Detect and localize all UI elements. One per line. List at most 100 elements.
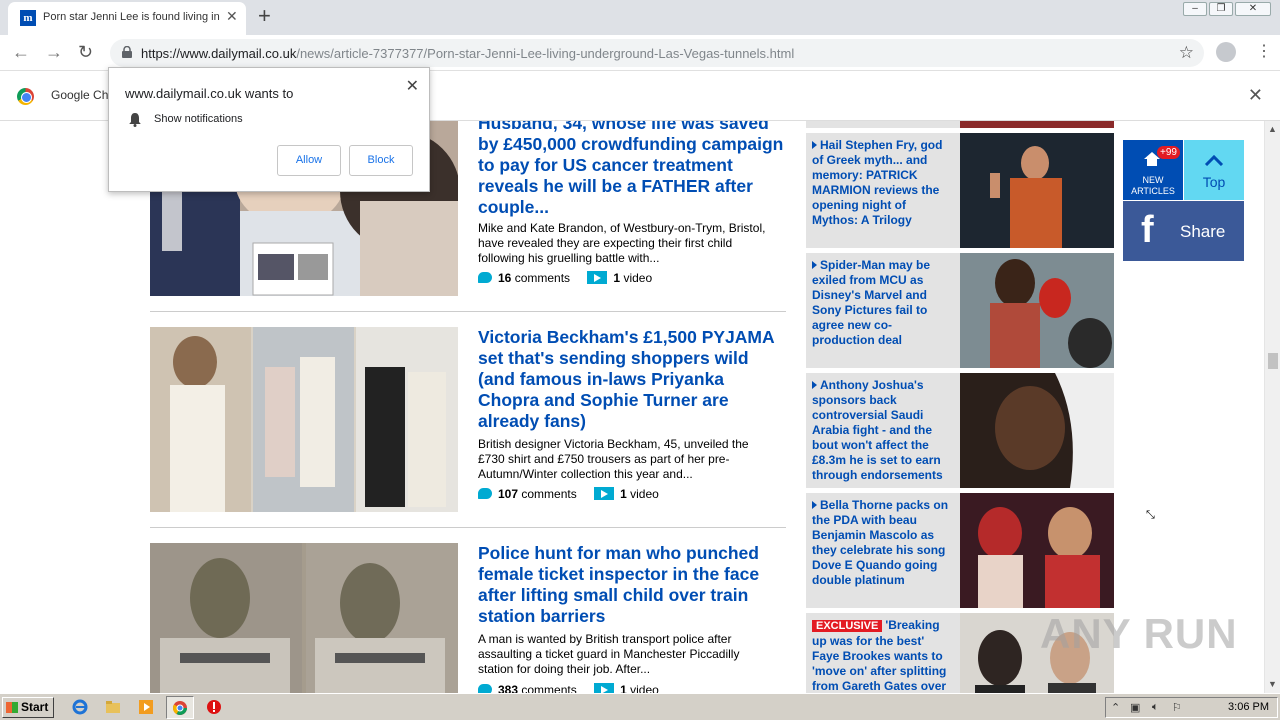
chrome-logo-icon xyxy=(17,88,34,105)
profile-avatar-icon[interactable] xyxy=(1216,42,1236,62)
divider xyxy=(150,311,786,312)
back-icon[interactable]: ← xyxy=(12,42,30,63)
arrow-icon xyxy=(812,261,817,269)
story-item[interactable]: Victoria Beckham's £1,500 PYJAMA set tha… xyxy=(150,327,786,513)
story-headline[interactable]: Police hunt for man who punched female t… xyxy=(478,543,788,627)
sidebar-image[interactable] xyxy=(960,133,1114,248)
sidebar-image[interactable] xyxy=(960,373,1114,488)
system-tray: ⌃ ▣ 🔈︎ ⚐ 3:06 PM xyxy=(1105,697,1278,718)
video-icon xyxy=(594,683,615,693)
internet-explorer-icon[interactable] xyxy=(72,699,88,715)
tab-strip: m Porn star Jenni Lee is found living in… xyxy=(0,0,1280,35)
restore-window-icon[interactable]: ❐ xyxy=(1209,2,1233,16)
start-button[interactable]: Start xyxy=(2,697,54,718)
story-image[interactable] xyxy=(150,543,458,693)
alert-app-icon[interactable] xyxy=(206,699,222,715)
sidebar-item[interactable]: Hail Stephen Fry, god of Greek myth... a… xyxy=(806,133,1114,248)
chrome-taskbar-button[interactable] xyxy=(166,696,194,719)
facebook-share-button[interactable]: f Share xyxy=(1123,201,1244,261)
sidebar-item[interactable]: Anthony Joshua's sponsors back controver… xyxy=(806,373,1114,488)
story-headline[interactable]: Victoria Beckham's £1,500 PYJAMA set tha… xyxy=(478,327,788,432)
permission-text: Show notifications xyxy=(154,113,243,125)
dialog-close-icon[interactable]: ✕ xyxy=(406,76,419,96)
arrow-icon xyxy=(812,141,817,149)
minimize-window-icon[interactable]: – xyxy=(1183,2,1207,16)
web-page: Husband, 34, whose life was saved by £45… xyxy=(0,121,1264,693)
video-count[interactable]: 1 xyxy=(620,487,627,501)
video-count[interactable]: 1 xyxy=(613,271,620,285)
address-bar[interactable]: https://www.dailymail.co.uk/news/article… xyxy=(110,39,1204,67)
close-window-icon[interactable]: ✕ xyxy=(1235,2,1271,16)
comments-count[interactable]: 16 xyxy=(498,271,511,285)
sidebar-item[interactable]: Spider-Man may be exiled from MCU as Dis… xyxy=(806,253,1114,368)
story-summary: A man is wanted by British transport pol… xyxy=(478,632,740,676)
media-player-icon[interactable] xyxy=(138,699,154,715)
story-image[interactable] xyxy=(150,327,458,512)
browser-menu-icon[interactable]: ⋮ xyxy=(1256,41,1272,61)
block-button[interactable]: Block xyxy=(349,145,413,176)
windows-logo-icon xyxy=(6,702,18,713)
browser-toolbar: ← → ↻ https://www.dailymail.co.uk/news/a… xyxy=(0,35,1280,71)
sidebar-headline[interactable]: EXCLUSIVE 'Breaking up was for the best' … xyxy=(812,618,954,693)
page-scrollbar[interactable]: ▲ ▼ xyxy=(1264,121,1280,693)
new-tab-icon[interactable]: + xyxy=(258,4,271,28)
scroll-up-icon[interactable]: ▲ xyxy=(1268,124,1277,134)
arrow-icon xyxy=(812,501,817,509)
video-count[interactable]: 1 xyxy=(620,683,627,693)
bell-icon xyxy=(129,113,141,127)
reload-icon[interactable]: ↻ xyxy=(78,42,93,63)
video-icon xyxy=(587,271,608,284)
story-item[interactable]: Police hunt for man who punched female t… xyxy=(150,543,786,693)
allow-button[interactable]: Allow xyxy=(277,145,341,176)
lock-icon xyxy=(122,46,132,58)
sidebar-image[interactable] xyxy=(960,253,1114,368)
sidebar-image[interactable] xyxy=(960,121,1114,128)
bookmark-star-icon[interactable]: ☆ xyxy=(1179,43,1194,63)
sidebar-item[interactable]: Bella Thorne packs on the PDA with beau … xyxy=(806,493,1114,608)
new-articles-label: NEW ARTICLES xyxy=(1131,175,1175,196)
story-meta: 383 comments 1 video xyxy=(478,683,659,693)
scroll-down-icon[interactable]: ▼ xyxy=(1268,679,1277,689)
comments-count[interactable]: 383 xyxy=(498,683,518,693)
sidebar-item[interactable] xyxy=(806,121,1114,128)
sidebar-headline[interactable]: Bella Thorne packs on the PDA with beau … xyxy=(812,498,954,588)
sidebar-headline[interactable]: Hail Stephen Fry, god of Greek myth... a… xyxy=(812,138,954,228)
start-label: Start xyxy=(21,700,49,714)
sidebar-image[interactable] xyxy=(960,493,1114,608)
new-articles-badge: +99 xyxy=(1157,146,1180,159)
comments-label[interactable]: comments xyxy=(521,683,576,693)
url-text: https://www.dailymail.co.uk/news/article… xyxy=(141,46,795,61)
back-to-top-button[interactable]: Top xyxy=(1184,140,1244,200)
volume-icon[interactable]: 🔈︎ xyxy=(1152,701,1166,715)
file-explorer-icon[interactable] xyxy=(105,699,121,715)
comments-count[interactable]: 107 xyxy=(498,487,518,501)
sidebar-headline[interactable]: Anthony Joshua's sponsors back controver… xyxy=(812,378,954,483)
windows-taskbar: Start ⌃ ▣ 🔈︎ ⚐ 3:06 PM xyxy=(0,693,1280,720)
arrow-icon xyxy=(812,381,817,389)
sidebar-headline[interactable]: Spider-Man may be exiled from MCU as Dis… xyxy=(812,258,954,348)
browser-tab[interactable]: m Porn star Jenni Lee is found living in… xyxy=(8,2,246,35)
comments-label[interactable]: comments xyxy=(515,271,570,285)
story-meta: 107 comments 1 video xyxy=(478,487,659,501)
video-label[interactable]: video xyxy=(630,683,659,693)
tray-expand-icon[interactable]: ⌃ xyxy=(1111,701,1125,715)
flag-icon[interactable]: ⚐ xyxy=(1172,701,1186,715)
divider xyxy=(150,527,786,528)
infobar-close-icon[interactable]: ✕ xyxy=(1248,85,1263,106)
top-label: Top xyxy=(1202,174,1226,190)
forward-icon[interactable]: → xyxy=(45,42,63,63)
new-articles-button[interactable]: +99 NEW ARTICLES xyxy=(1123,140,1183,200)
story-headline[interactable]: Husband, 34, whose life was saved by £45… xyxy=(478,121,788,218)
chevron-up-icon xyxy=(1204,154,1224,166)
notification-permission-dialog: www.dailymail.co.uk wants to ✕ Show noti… xyxy=(108,67,430,192)
close-tab-icon[interactable]: ✕ xyxy=(226,8,238,25)
video-label[interactable]: video xyxy=(630,487,659,501)
clock: 3:06 PM xyxy=(1228,701,1269,713)
facebook-icon: f xyxy=(1141,209,1154,251)
infobar-text: Google Ch xyxy=(51,88,109,102)
video-label[interactable]: video xyxy=(623,271,652,285)
comments-label[interactable]: comments xyxy=(521,487,576,501)
network-icon[interactable]: ▣ xyxy=(1130,701,1144,715)
scroll-thumb[interactable] xyxy=(1268,353,1278,369)
dailymail-favicon-icon: m xyxy=(20,10,36,26)
